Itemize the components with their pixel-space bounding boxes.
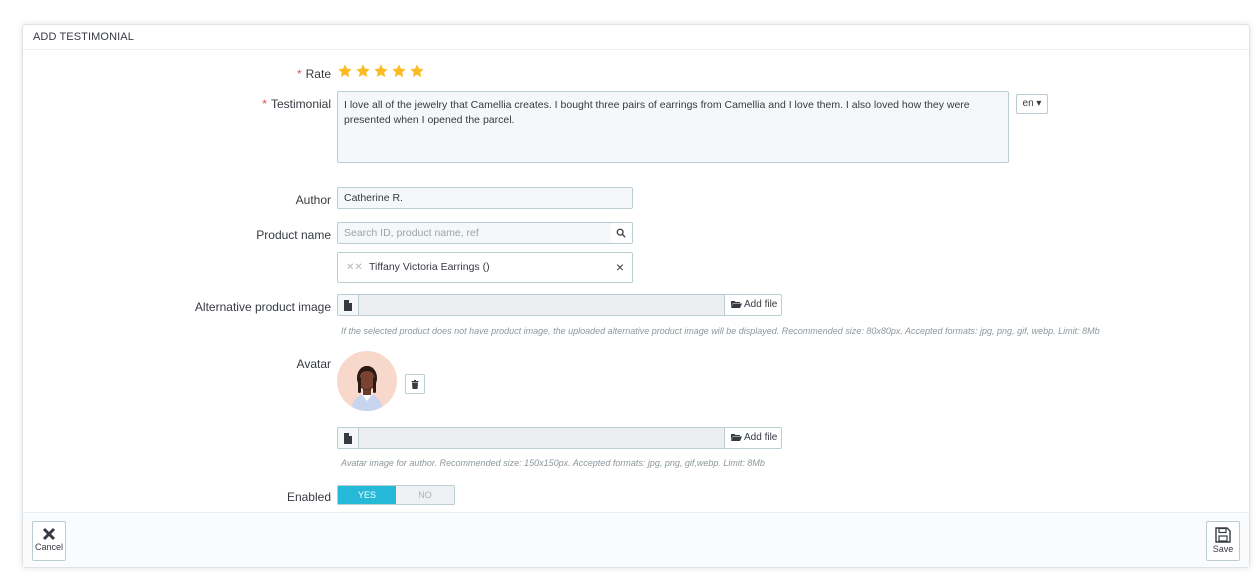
star-icon[interactable] [337, 63, 353, 79]
enabled-yes-option[interactable]: YES [338, 486, 396, 504]
avatar-help: Avatar image for author. Recommended siz… [341, 458, 765, 468]
selected-product: ✕✕ Tiffany Victoria Earrings () × [337, 252, 633, 283]
folder-open-icon [731, 434, 742, 441]
trash-icon [411, 380, 419, 389]
enabled-label: Enabled [286, 490, 331, 504]
enabled-switch[interactable]: YES NO [337, 485, 455, 505]
testimonial-textarea[interactable]: I love all of the jewelry that Camellia … [337, 91, 1009, 163]
author-input[interactable]: Catherine R. [337, 187, 633, 209]
file-icon [337, 294, 359, 316]
avatar-label: Avatar [296, 357, 331, 371]
cancel-button[interactable]: Cancel [32, 521, 66, 561]
remove-product-icon[interactable]: × [616, 259, 624, 275]
file-icon [337, 427, 359, 449]
rating-stars[interactable] [337, 63, 425, 79]
author-label: Author [295, 193, 331, 207]
search-icon [616, 228, 626, 238]
required-mark: * [262, 97, 267, 111]
panel-title: ADD TESTIMONIAL [23, 25, 1249, 50]
close-icon [42, 527, 56, 541]
search-button[interactable] [611, 222, 633, 244]
alt-image-label: Alternative product image [194, 300, 331, 314]
folder-open-icon [731, 301, 742, 308]
avatar-add-file-button[interactable]: Add file [724, 427, 782, 449]
enabled-no-option[interactable]: NO [396, 486, 454, 504]
star-icon[interactable] [409, 63, 425, 79]
alt-image-help: If the selected product does not have pr… [341, 326, 1100, 336]
alt-image-filename-field[interactable] [358, 294, 725, 316]
alt-image-add-file-button[interactable]: Add file [724, 294, 782, 316]
avatar-filename-field[interactable] [358, 427, 725, 449]
panel-footer: Cancel Save [23, 512, 1249, 567]
delete-avatar-button[interactable] [405, 374, 425, 394]
product-name-label: Product name [256, 228, 331, 242]
required-mark: * [296, 67, 302, 81]
drag-handle-icon[interactable]: ✕✕ [346, 262, 363, 273]
star-icon[interactable] [355, 63, 371, 79]
avatar-image [337, 351, 397, 411]
save-button[interactable]: Save [1206, 521, 1240, 561]
rate-label: * Rate [296, 67, 331, 81]
star-icon[interactable] [373, 63, 389, 79]
add-testimonial-panel: ADD TESTIMONIAL * Rate * Testimonial I lov… [22, 24, 1250, 568]
language-dropdown[interactable]: en ▾ [1016, 94, 1048, 114]
testimonial-label: * Testimonial [262, 97, 331, 111]
star-icon[interactable] [391, 63, 407, 79]
selected-product-name: Tiffany Victoria Earrings () [369, 261, 490, 273]
product-search-input[interactable]: Search ID, product name, ref [337, 222, 612, 244]
avatar-person-icon [351, 366, 383, 411]
save-icon [1215, 527, 1231, 543]
